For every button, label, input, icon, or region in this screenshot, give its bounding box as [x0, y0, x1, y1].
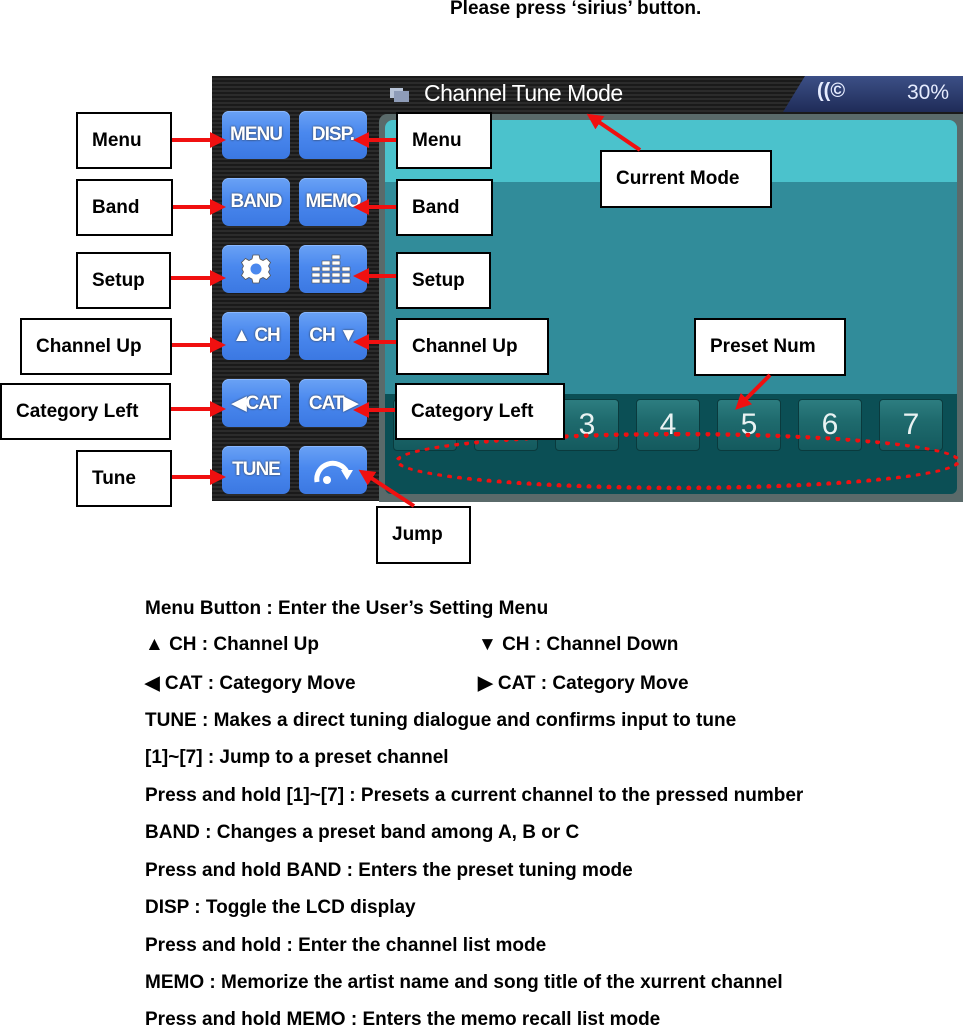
desc-ch-up: ▲ CH : Channel Up: [145, 634, 319, 655]
desc-ch-down: ▼ CH : Channel Down: [478, 634, 679, 655]
desc-cat-left: ◀ CAT : Category Move: [145, 673, 356, 694]
desc-band-hold: Press and hold BAND : Enters the preset …: [145, 860, 633, 881]
desc-presets-hold: Press and hold [1]~[7] : Presets a curre…: [145, 785, 804, 806]
desc-menu: Menu Button : Enter the User’s Setting M…: [145, 598, 549, 619]
desc-disp: DISP : Toggle the LCD display: [145, 897, 416, 918]
desc-cat-right: ▶ CAT : Category Move: [478, 673, 689, 694]
desc-disp-hold: Press and hold : Enter the channel list …: [145, 935, 547, 956]
desc-presets: [1]~[7] : Jump to a preset channel: [145, 747, 449, 768]
desc-memo: MEMO : Memorize the artist name and song…: [145, 972, 783, 993]
desc-category-row: ◀ CAT : Category Move ▶ CAT : Category M…: [145, 672, 689, 695]
desc-band: BAND : Changes a preset band among A, B …: [145, 822, 580, 843]
arrow-jump: [358, 469, 416, 508]
desc-tune: TUNE : Makes a direct tuning dialogue an…: [145, 710, 737, 731]
arrow-current-mode: [586, 113, 642, 152]
callout-arrows: [171, 113, 772, 508]
desc-channel-row: ▲ CH : Channel Up ▼ CH : Channel Down: [145, 634, 678, 656]
desc-memo-hold: Press and hold MEMO : Enters the memo re…: [145, 1009, 661, 1030]
arrow-preset-num: [735, 373, 772, 410]
